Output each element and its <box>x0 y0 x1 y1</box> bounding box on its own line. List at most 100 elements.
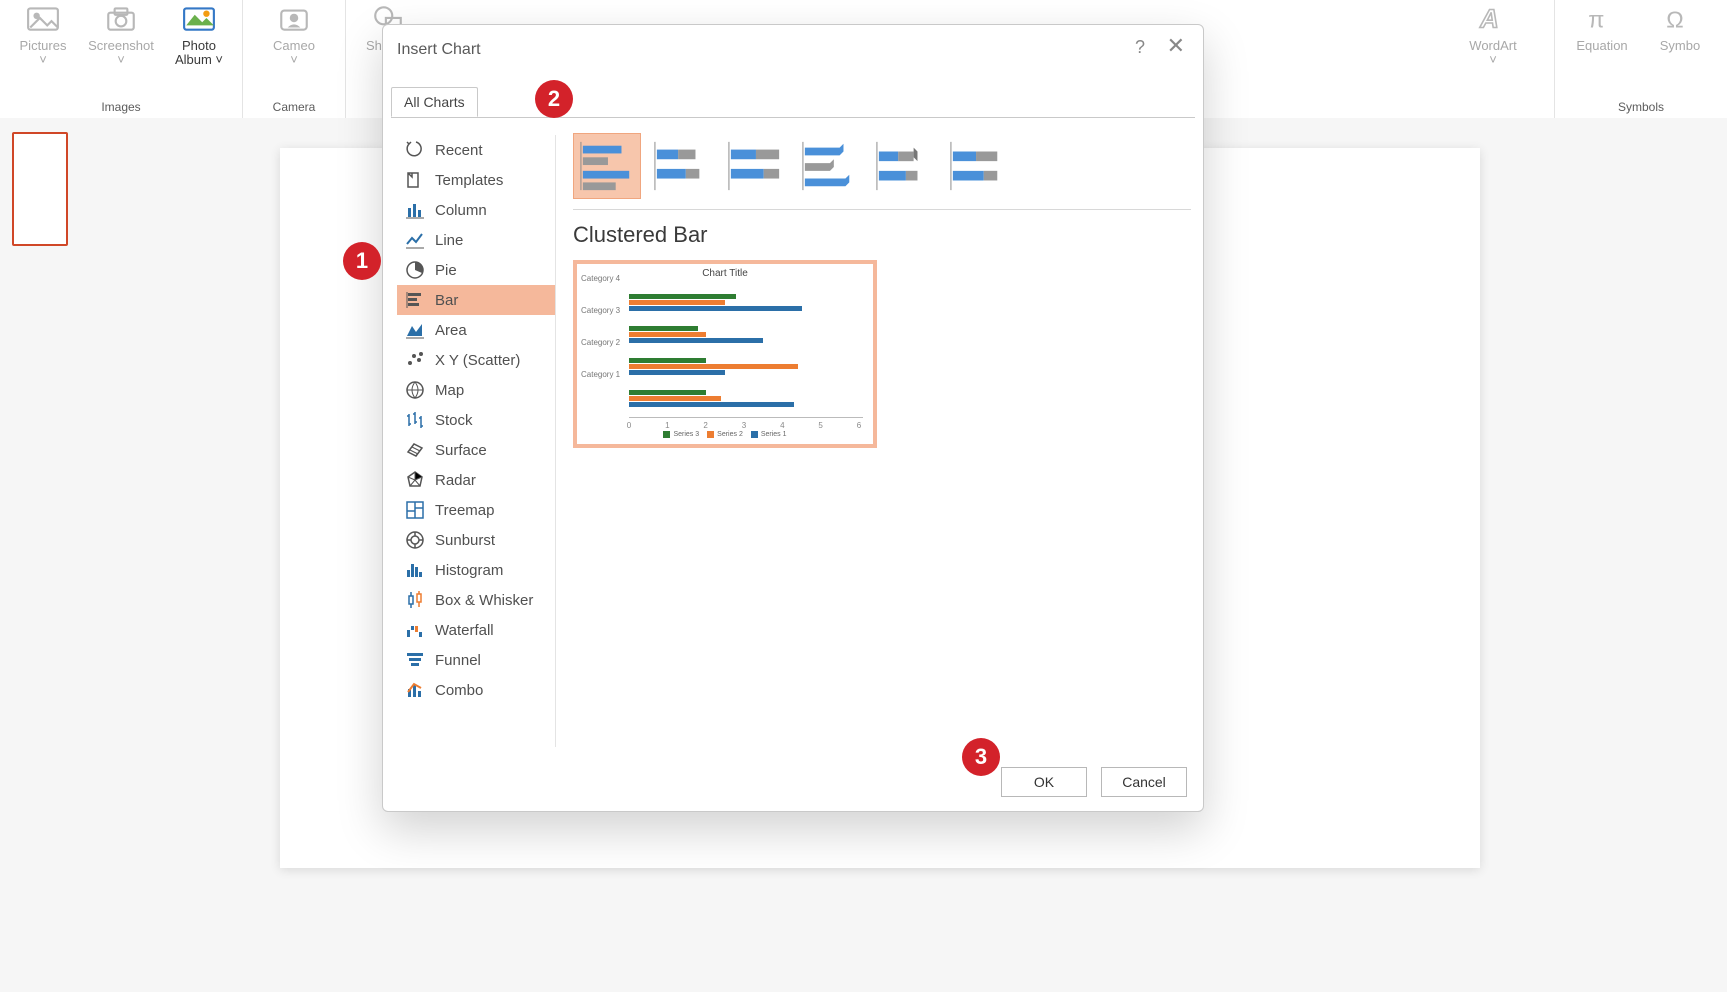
sidebar-item-label: Box & Whisker <box>435 592 533 609</box>
wordart-button[interactable]: A WordArt˅ <box>1457 2 1529 68</box>
sidebar-item-funnel[interactable]: Funnel <box>397 645 555 675</box>
bar-Series2-Category3 <box>629 332 706 337</box>
category-label: Category 2 <box>581 338 620 347</box>
area-icon <box>405 320 425 340</box>
pie-icon <box>405 260 425 280</box>
dialog-button-row: OK Cancel <box>1001 767 1187 797</box>
insert-chart-dialog: Insert Chart ? ✕ All Charts Recent Templa… <box>382 24 1204 812</box>
ok-button[interactable]: OK <box>1001 767 1087 797</box>
cameo-icon <box>277 2 311 36</box>
callout-1: 1 <box>343 242 381 280</box>
sidebar-item-label: Stock <box>435 412 473 429</box>
sidebar-item-label: Recent <box>435 142 483 159</box>
histogram-icon <box>405 560 425 580</box>
chart-preview[interactable]: Chart Title 0123456 Series 3Series 2Seri… <box>573 260 877 448</box>
ribbon-group-camera: Cameo˅ Camera <box>243 0 346 118</box>
radar-icon <box>405 470 425 490</box>
screenshot-icon <box>104 2 138 36</box>
bar-Series2-Category4 <box>629 300 725 305</box>
ribbon-group-text: A WordArt˅ <box>1432 0 1555 118</box>
sidebar-item-recent[interactable]: Recent <box>397 135 555 165</box>
cameo-label: Cameo <box>273 39 315 53</box>
box-icon <box>405 590 425 610</box>
bar-Series3-Category3 <box>629 326 698 331</box>
sidebar-item-map[interactable]: Map <box>397 375 555 405</box>
svg-text:π: π <box>1588 7 1604 33</box>
dialog-help-button[interactable]: ? <box>1135 37 1145 58</box>
pictures-icon <box>26 2 60 36</box>
screenshot-button[interactable]: Screenshot˅ <box>85 2 157 68</box>
sidebar-item-column[interactable]: Column <box>397 195 555 225</box>
sidebar-item-pie[interactable]: Pie <box>397 255 555 285</box>
ribbon-group-symbols: π Equation Ω Symbo Symbols <box>1555 0 1727 118</box>
dialog-title: Insert Chart <box>397 41 481 59</box>
x-tick: 6 <box>857 421 861 430</box>
equation-label: Equation <box>1576 39 1627 53</box>
bar-Series3-Category1 <box>629 390 706 395</box>
sidebar-item-radar[interactable]: Radar <box>397 465 555 495</box>
sidebar-item-line[interactable]: Line <box>397 225 555 255</box>
bar-icon <box>405 290 425 310</box>
x-axis <box>629 417 863 418</box>
sidebar-item-stock[interactable]: Stock <box>397 405 555 435</box>
sidebar-item-waterfall[interactable]: Waterfall <box>397 615 555 645</box>
symbol-button[interactable]: Ω Symbo <box>1644 2 1716 53</box>
sidebar-item-label: Area <box>435 322 467 339</box>
tab-all-charts[interactable]: All Charts <box>391 87 478 117</box>
stacked-bar-icon <box>651 138 711 194</box>
sidebar-item-label: Funnel <box>435 652 481 669</box>
bar-Series1-Category1 <box>629 402 794 407</box>
sidebar-item-combo[interactable]: Combo <box>397 675 555 705</box>
sidebar-item-scatter[interactable]: X Y (Scatter) <box>397 345 555 375</box>
sidebar-item-label: Waterfall <box>435 622 494 639</box>
sidebar-item-label: Sunburst <box>435 532 495 549</box>
x-tick: 0 <box>627 421 631 430</box>
sidebar-item-surface[interactable]: Surface <box>397 435 555 465</box>
photo-album-icon <box>182 2 216 36</box>
cameo-button[interactable]: Cameo˅ <box>258 2 330 68</box>
chart-preview-title: Chart Title <box>577 268 873 279</box>
subtype-stacked-bar[interactable] <box>647 133 715 199</box>
sidebar-item-label: Bar <box>435 292 458 309</box>
sidebar-item-label: Treemap <box>435 502 494 519</box>
tab-strip <box>391 117 1195 118</box>
bar-Series2-Category1 <box>629 396 721 401</box>
slide-thumbnail-1[interactable] <box>12 132 68 246</box>
stock-icon <box>405 410 425 430</box>
subtype-clustered-bar[interactable] <box>573 133 641 199</box>
wordart-label: WordArt <box>1469 39 1516 53</box>
ribbon-group-images: Pictures˅ Screenshot˅ Photo Album ˅ Imag… <box>0 0 243 118</box>
slide-thumbnail-panel <box>0 118 80 992</box>
wordart-icon: A <box>1476 2 1510 36</box>
equation-button[interactable]: π Equation <box>1566 2 1638 53</box>
subtype-stacked-bar-3d-100[interactable] <box>943 133 1011 199</box>
clustered-bar-3d-icon <box>799 138 859 194</box>
funnel-icon <box>405 650 425 670</box>
bar-Series3-Category2 <box>629 358 706 363</box>
sidebar-item-histogram[interactable]: Histogram <box>397 555 555 585</box>
symbol-icon: Ω <box>1663 2 1697 36</box>
ribbon-group-symbols-label: Symbols <box>1618 100 1664 114</box>
pictures-label: Pictures <box>20 39 67 53</box>
cancel-button[interactable]: Cancel <box>1101 767 1187 797</box>
sidebar-item-area[interactable]: Area <box>397 315 555 345</box>
sidebar-item-label: Pie <box>435 262 457 279</box>
pictures-button[interactable]: Pictures˅ <box>7 2 79 68</box>
sidebar-item-treemap[interactable]: Treemap <box>397 495 555 525</box>
powerpoint-app: Pictures˅ Screenshot˅ Photo Album ˅ Imag… <box>0 0 1727 992</box>
x-tick: 5 <box>818 421 822 430</box>
dialog-close-button[interactable]: ✕ <box>1167 33 1185 59</box>
photo-album-button[interactable]: Photo Album ˅ <box>163 2 235 68</box>
sidebar-item-bar[interactable]: Bar <box>397 285 555 315</box>
subtype-clustered-bar-3d[interactable] <box>795 133 863 199</box>
subtype-stacked-bar-3d[interactable] <box>869 133 937 199</box>
callout-3: 3 <box>962 738 1000 776</box>
sidebar-item-templates[interactable]: Templates <box>397 165 555 195</box>
symbol-label: Symbo <box>1660 39 1700 53</box>
stacked-bar-3d-icon <box>873 138 933 194</box>
sidebar-item-label: Column <box>435 202 487 219</box>
subtype-stacked-bar-100[interactable] <box>721 133 789 199</box>
chart-type-sidebar: Recent Templates Column Line Pie Bar Area X Y (… <box>397 135 556 747</box>
sidebar-item-box[interactable]: Box & Whisker <box>397 585 555 615</box>
sidebar-item-sunburst[interactable]: Sunburst <box>397 525 555 555</box>
